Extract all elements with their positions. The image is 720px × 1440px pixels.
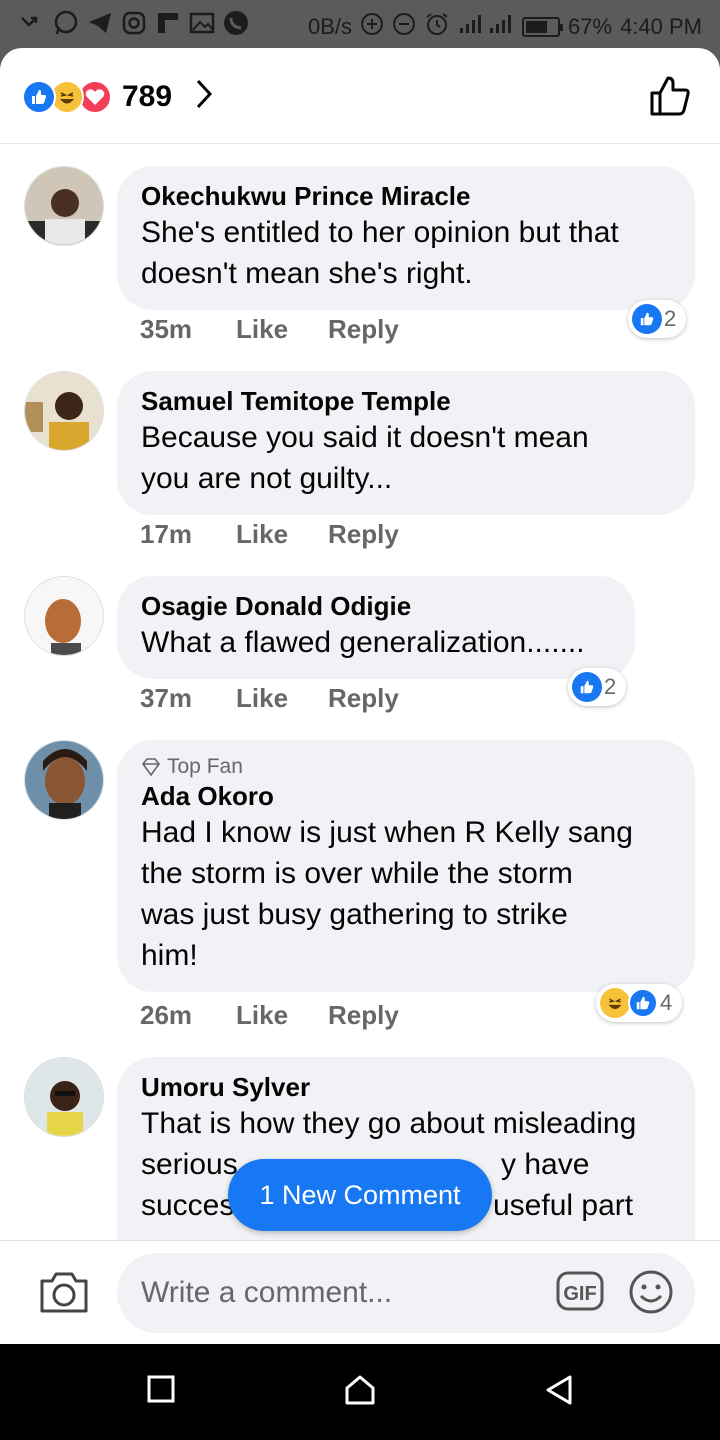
comment-text-line: What a flawed generalization.......	[141, 626, 585, 659]
new-comment-button[interactable]: 1 New Comment	[228, 1159, 492, 1231]
like-button[interactable]: Like	[236, 314, 328, 345]
reactions-summary[interactable]: 789	[22, 78, 214, 115]
battery-icon	[522, 17, 564, 37]
comment-text-line: doesn't mean she's right.	[141, 257, 473, 290]
comment-time: 37m	[140, 683, 193, 713]
comment-composer: GIF	[0, 1240, 720, 1344]
like-reaction-icon	[572, 672, 602, 702]
comment-time: 17m	[140, 519, 193, 549]
sheet-header: 789	[0, 48, 720, 144]
notification-icons	[18, 10, 250, 36]
comment-bubble[interactable]: Okechukwu Prince Miracle She's entitled …	[117, 166, 695, 310]
gif-label: GIF	[563, 1283, 596, 1305]
emoji-icon[interactable]	[628, 1269, 674, 1320]
like-button[interactable]: Like	[236, 519, 328, 550]
instagram-icon	[120, 10, 148, 36]
comment-bubble[interactable]: Samuel Temitope Temple Because you said …	[117, 371, 695, 515]
home-icon[interactable]	[344, 1374, 376, 1411]
flipboard-icon	[154, 10, 182, 36]
net-speed: 0B/s	[307, 14, 353, 39]
comment-text-line: Because you said it doesn't mean	[141, 421, 589, 454]
comment-reaction-count: 2	[664, 306, 677, 331]
comment-author[interactable]: Osagie Donald Odigie	[141, 590, 611, 622]
phone-icon	[222, 10, 250, 36]
reply-button[interactable]: Reply	[328, 1000, 399, 1031]
top-fan-badge: Top Fan	[141, 754, 671, 780]
comment-text-line: That is how they go about misleading	[141, 1107, 637, 1140]
comment-reactions[interactable]: 4	[596, 984, 683, 1022]
comments-sheet: 789 Okechukwu Prince Miracle She's entit…	[0, 48, 720, 1344]
missed-call-icon	[18, 10, 46, 36]
like-reaction-icon	[632, 304, 662, 334]
telegram-icon	[86, 10, 114, 36]
comment-time: 26m	[140, 1000, 193, 1030]
plus-circle-icon	[360, 12, 384, 42]
comment-text-line: him!	[141, 939, 198, 972]
avatar[interactable]	[24, 166, 104, 246]
like-reaction-icon	[628, 988, 658, 1018]
comment-bubble[interactable]: Osagie Donald Odigie What a flawed gener…	[117, 576, 635, 679]
recent-apps-icon[interactable]	[146, 1374, 176, 1409]
back-icon[interactable]	[544, 1374, 574, 1411]
whatsapp-icon	[52, 10, 80, 36]
comment-actions: 26m Like Reply	[140, 1000, 399, 1031]
gif-button[interactable]: GIF	[556, 1271, 604, 1316]
comment-reactions[interactable]: 2	[628, 300, 687, 338]
comment-author[interactable]: Okechukwu Prince Miracle	[141, 180, 671, 212]
minus-circle-icon	[392, 12, 416, 42]
reply-button[interactable]: Reply	[328, 683, 399, 714]
comment-author[interactable]: Ada Okoro	[141, 780, 671, 812]
comment-input[interactable]	[117, 1253, 695, 1333]
comment-text-line: the storm is over while the storm	[141, 857, 573, 890]
avatar[interactable]	[24, 1057, 104, 1137]
like-reaction-icon	[22, 79, 56, 114]
comment-text-fragment: y have	[501, 1148, 590, 1181]
comment-text-fragment: succes	[141, 1189, 235, 1222]
comment-time: 35m	[140, 314, 193, 344]
comments-list: Okechukwu Prince Miracle She's entitled …	[0, 144, 720, 1244]
comment-text-line: Had I know is just when R Kelly sang	[141, 816, 633, 849]
comment-bubble[interactable]: Top Fan Ada Okoro Had I know is just whe…	[117, 740, 695, 992]
android-nav-bar	[0, 1344, 720, 1440]
comment-text-line: you are not guilty...	[141, 462, 393, 495]
chevron-right-icon[interactable]	[194, 78, 214, 115]
comment-actions: 17m Like Reply	[140, 519, 399, 550]
diamond-icon	[141, 758, 161, 776]
comment-text-line: She's entitled to her opinion but that	[141, 216, 619, 249]
reaction-count: 789	[122, 79, 173, 113]
like-post-icon[interactable]	[648, 74, 692, 123]
comment-reactions[interactable]: 2	[568, 668, 627, 706]
comment-actions: 37m Like Reply	[140, 683, 399, 714]
like-button[interactable]: Like	[236, 683, 328, 714]
reply-button[interactable]: Reply	[328, 314, 399, 345]
haha-reaction-icon	[600, 988, 630, 1018]
system-indicators: 0B/s 67% 4:40 PM	[308, 11, 702, 43]
comment-reaction-count: 4	[660, 990, 673, 1015]
comment-author[interactable]: Umoru Sylver	[141, 1071, 671, 1103]
status-bar: 0B/s 67% 4:40 PM	[0, 0, 720, 48]
top-fan-label: Top Fan	[167, 755, 243, 778]
clock: 4:40 PM	[620, 14, 702, 39]
signal-icon	[458, 13, 514, 41]
battery-percent: 67%	[568, 14, 613, 39]
comment-reaction-count: 2	[604, 674, 617, 699]
reply-button[interactable]: Reply	[328, 519, 399, 550]
like-button[interactable]: Like	[236, 1000, 328, 1031]
gallery-icon	[188, 10, 216, 36]
avatar[interactable]	[24, 576, 104, 656]
comment-text-fragment: useful part	[493, 1189, 634, 1222]
comment-text-line: was just busy gathering to strike	[141, 898, 568, 931]
avatar[interactable]	[24, 371, 104, 451]
comment-text-fragment: serious	[141, 1148, 238, 1181]
avatar[interactable]	[24, 740, 104, 820]
alarm-icon	[424, 11, 450, 43]
comment-actions: 35m Like Reply	[140, 314, 399, 345]
camera-icon[interactable]	[38, 1269, 90, 1320]
comment-author[interactable]: Samuel Temitope Temple	[141, 385, 671, 417]
